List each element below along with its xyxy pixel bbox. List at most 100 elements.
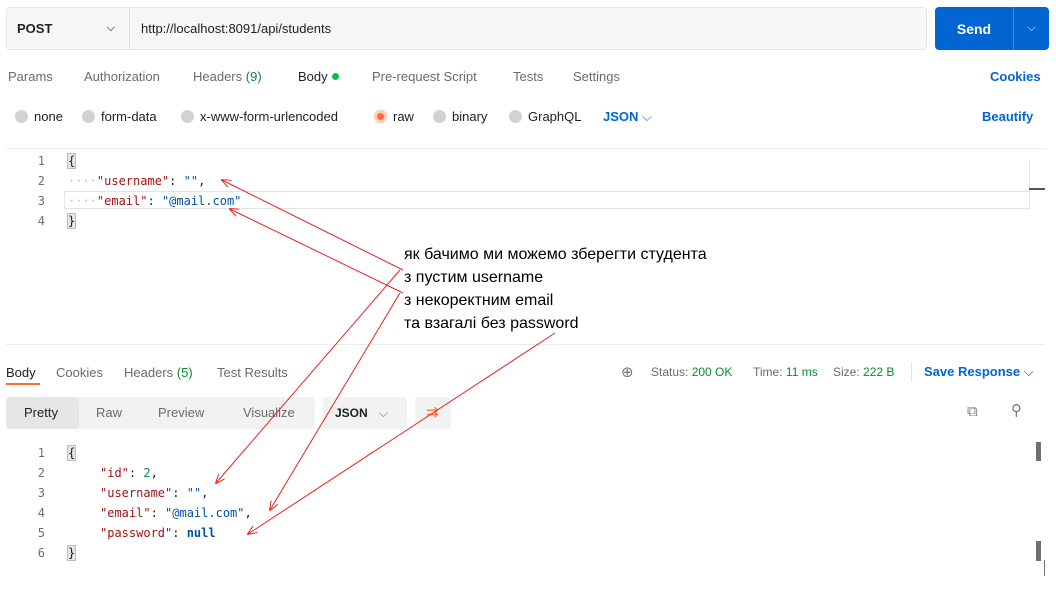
request-tabs: Params Authorization Headers (9) Body Pr… (0, 66, 1056, 90)
headers-count: (9) (245, 69, 262, 84)
response-format-select[interactable]: JSON ⌵ (323, 397, 407, 429)
tab-headers-label: Headers (193, 69, 243, 84)
radio-raw[interactable]: raw (374, 109, 414, 124)
view-raw[interactable]: Raw (96, 405, 122, 420)
response-tabs: Body Cookies Headers (5) Test Results ⊕ … (0, 362, 1056, 386)
chevron-down-icon: ⌵ (642, 109, 652, 124)
json-key: "email" (96, 194, 148, 208)
tab-headers[interactable]: Headers (9) (193, 69, 262, 84)
line-number: 4 (37, 506, 45, 520)
divider (911, 362, 912, 382)
editor-scroll-marker (1029, 188, 1045, 190)
scrollbar-thumb[interactable] (1036, 541, 1041, 561)
radio-circle (82, 110, 95, 123)
chevron-down-icon[interactable]: ⌵ (1014, 22, 1049, 35)
resp-tab-body[interactable]: Body (6, 365, 36, 380)
annotation-text: як бачимо ми можемо зберегти студента з … (404, 243, 707, 335)
tab-prerequest-script[interactable]: Pre-request Script (372, 69, 477, 84)
method-select[interactable]: POST ⌵ (7, 8, 130, 49)
code-line-username: ····"username": "", (68, 174, 206, 188)
radio-urlencoded[interactable]: x-www-form-urlencoded (181, 109, 338, 124)
tab-body[interactable]: Body (298, 69, 339, 84)
annotation-line: з пустим username (404, 269, 544, 286)
line-number: 5 (37, 526, 45, 540)
send-button[interactable]: Send ⌵ (935, 7, 1049, 50)
resp-tab-headers-label: Headers (124, 365, 174, 380)
json-key: "username" (96, 174, 170, 188)
code-line-email: "email": "@mail.com", (100, 506, 252, 520)
chevron-down-icon: ⌵ (1023, 364, 1034, 379)
json-value: "@mail.com" (165, 506, 245, 520)
view-visualize[interactable]: Visualize (243, 405, 295, 420)
radio-circle (433, 110, 446, 123)
open-brace: { (66, 153, 77, 169)
view-mode-toggle: Pretty Raw Preview Visualize (6, 397, 315, 429)
line-number: 2 (37, 174, 45, 188)
line-number: 2 (37, 466, 45, 480)
chevron-down-icon: ⌵ (106, 22, 115, 34)
radio-label: form-data (101, 109, 157, 124)
save-response-button[interactable]: Save Response ⌵ (924, 364, 1034, 380)
globe-icon[interactable]: ⊕ (621, 363, 634, 381)
code-line-username: "username": "", (100, 486, 209, 500)
json-key: "email" (100, 506, 151, 520)
time-label: Time: (753, 365, 783, 379)
tab-authorization[interactable]: Authorization (84, 69, 160, 84)
tab-params[interactable]: Params (8, 69, 53, 84)
json-value: null (186, 526, 216, 540)
beautify-link[interactable]: Beautify (982, 109, 1033, 124)
code-line-email: ····"email": "@mail.com" (68, 194, 242, 208)
tab-tests[interactable]: Tests (513, 69, 543, 84)
radio-form-data[interactable]: form-data (82, 109, 157, 124)
close-brace: } (66, 545, 77, 561)
line-number: 4 (37, 214, 45, 228)
json-value: 2 (143, 466, 151, 480)
editor-ruler (1029, 160, 1030, 210)
time-readout[interactable]: Time: 11 ms (753, 365, 818, 379)
search-icon[interactable]: ⚲ (1011, 401, 1022, 419)
radio-binary[interactable]: binary (433, 109, 487, 124)
body-type-radios: none form-data x-www-form-urlencoded raw… (0, 106, 1056, 128)
annotation-line: як бачимо ми можемо зберегти студента (404, 246, 707, 263)
resp-tab-test-results[interactable]: Test Results (217, 365, 288, 380)
line-number: 1 (37, 154, 45, 168)
resp-tab-headers[interactable]: Headers (5) (124, 365, 193, 380)
json-format-label: JSON (603, 109, 639, 124)
json-value: "@mail.com" (161, 194, 242, 208)
chevron-down-icon: ⌵ (379, 406, 389, 420)
wrap-lines-button[interactable]: ⇉ (415, 397, 451, 429)
radio-none[interactable]: none (15, 109, 63, 124)
radio-graphql[interactable]: GraphQL (509, 109, 581, 124)
resp-headers-count: (5) (176, 365, 193, 380)
open-brace: { (66, 445, 77, 461)
json-format-select[interactable]: JSON ⌵ (603, 109, 652, 125)
radio-label: none (34, 109, 63, 124)
radio-circle (509, 110, 522, 123)
cookies-link[interactable]: Cookies (990, 69, 1041, 84)
tab-body-label: Body (298, 69, 328, 84)
size-readout[interactable]: Size: 222 B (833, 365, 894, 379)
status-readout: Status: 200 OK (651, 365, 732, 379)
scrollbar-thumb[interactable] (1036, 442, 1041, 461)
json-key: "id" (100, 466, 129, 480)
view-pretty[interactable]: Pretty (24, 405, 58, 420)
time-value: 11 ms (785, 365, 818, 379)
line-number: 6 (37, 546, 45, 560)
code-line-id: "id": 2, (100, 466, 158, 480)
copy-icon[interactable]: ⧉ (967, 403, 978, 420)
annotation-line: та взагалі без password (404, 315, 579, 332)
json-value: "" (183, 174, 199, 188)
status-label: Status: (651, 365, 689, 379)
resp-tab-cookies[interactable]: Cookies (56, 365, 103, 380)
line-number: 3 (37, 486, 45, 500)
url-input[interactable]: http://localhost:8091/api/students (130, 21, 331, 36)
view-preview[interactable]: Preview (158, 405, 204, 420)
response-format-label: JSON (335, 406, 368, 420)
scrollbar-track (1044, 560, 1045, 576)
radio-label: GraphQL (528, 109, 582, 124)
line-number: 3 (37, 194, 45, 208)
body-active-dot (331, 73, 339, 80)
tab-settings[interactable]: Settings (573, 69, 620, 84)
radio-label: binary (452, 109, 488, 124)
radio-label: raw (393, 109, 414, 124)
